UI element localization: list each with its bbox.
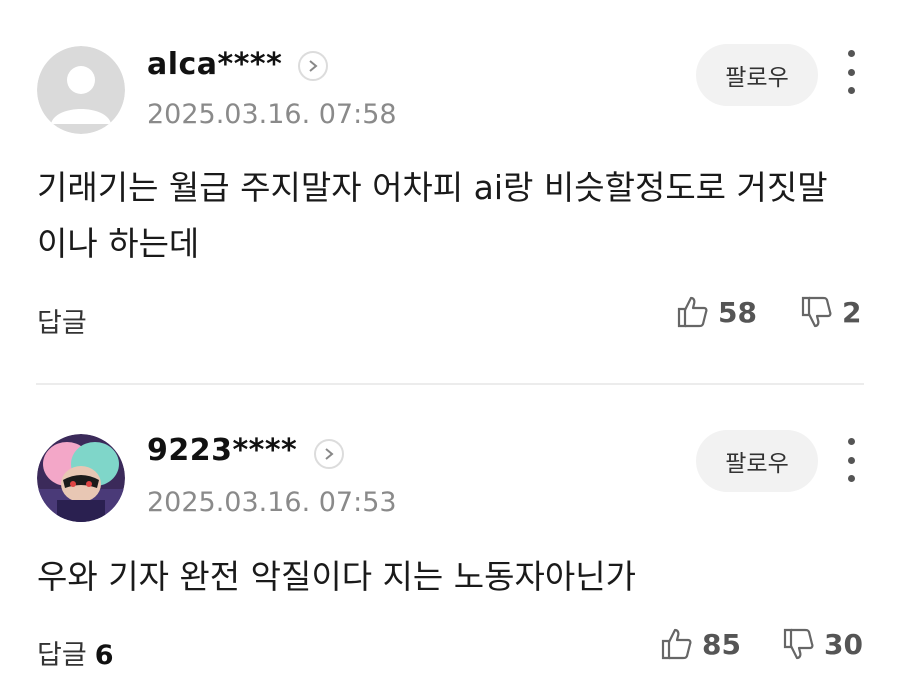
more-options-icon[interactable] — [840, 438, 862, 482]
reply-button[interactable]: 답글 6 — [37, 633, 113, 672]
thumbs-down-icon — [783, 628, 814, 660]
comment-text: 우와 기자 완전 악질이다 지는 노동자아닌가 — [37, 557, 636, 596]
username[interactable]: alca**** — [147, 47, 282, 82]
default-user-icon — [37, 46, 125, 134]
thumbs-up-icon — [661, 628, 692, 660]
like-count: 58 — [718, 295, 757, 329]
timestamp: 2025.03.16. 07:58 — [147, 99, 397, 130]
like-button[interactable]: 58 — [676, 295, 757, 329]
avatar[interactable] — [37, 46, 125, 134]
comment-text: 기래기는 월급 주지말자 어차피 ai랑 비슷할정도로 거짓말이나 하는데 — [37, 168, 828, 263]
like-count: 85 — [702, 627, 741, 661]
more-options-icon[interactable] — [840, 50, 862, 94]
follow-button[interactable]: 팔로우 — [696, 44, 818, 106]
dislike-button[interactable]: 2 — [800, 295, 861, 329]
profile-chevron-icon[interactable] — [314, 439, 344, 469]
thumbs-up-icon — [677, 296, 708, 328]
divider — [36, 383, 864, 385]
reply-label: 답글 — [37, 640, 87, 671]
reply-count: 6 — [94, 640, 114, 671]
comment-item: 9223**** 2025.03.16. 07:53 팔로우 우와 기자 완전 … — [0, 387, 900, 698]
thumbs-down-icon — [801, 296, 832, 328]
reply-button[interactable]: 답글 — [37, 301, 95, 340]
dislike-button[interactable]: 30 — [782, 627, 863, 661]
follow-button[interactable]: 팔로우 — [696, 430, 818, 492]
reply-label: 답글 — [37, 308, 87, 339]
username[interactable]: 9223**** — [147, 433, 297, 468]
profile-chevron-icon[interactable] — [298, 51, 328, 81]
timestamp: 2025.03.16. 07:53 — [147, 487, 397, 518]
dislike-count: 2 — [842, 295, 862, 329]
like-button[interactable]: 85 — [660, 627, 741, 661]
comment-item: alca**** 2025.03.16. 07:58 팔로우 기래기는 월급 주… — [0, 0, 900, 385]
character-avatar-icon — [37, 434, 125, 522]
dislike-count: 30 — [824, 627, 863, 661]
avatar[interactable] — [37, 434, 125, 522]
